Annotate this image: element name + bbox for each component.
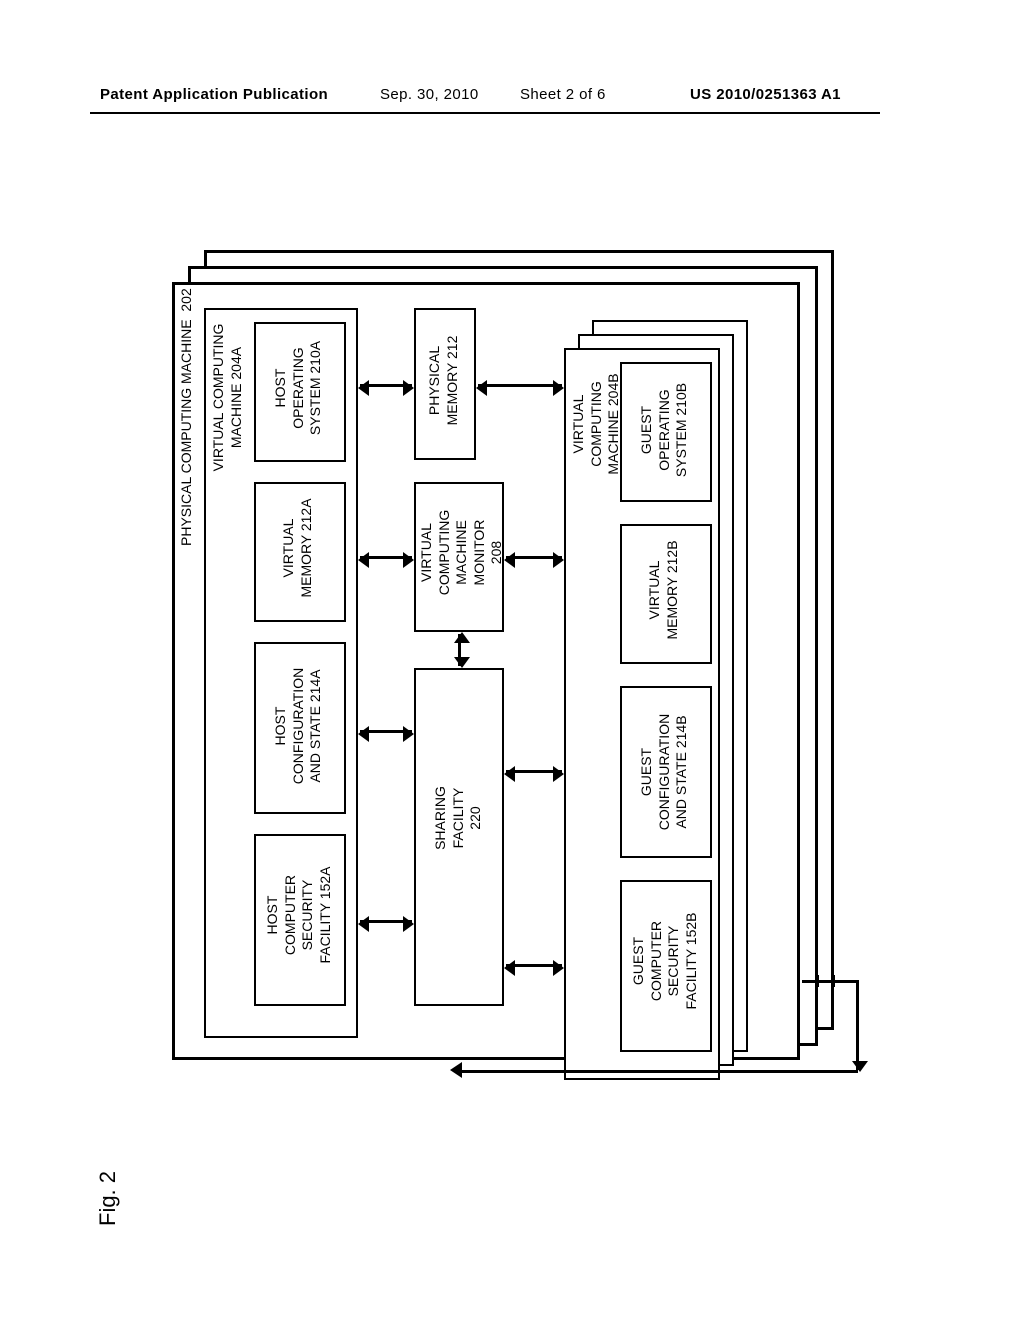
host-vmem-label: VIRTUAL MEMORY 212A (280, 488, 315, 608)
sharing-facility-label: SHARING FACILITY 220 (432, 758, 485, 878)
guest-cfg-label: GUEST CONFIGURATION AND STATE 214B (638, 702, 691, 842)
guest-vmem-label: VIRTUAL MEMORY 212B (646, 530, 681, 650)
guest-vm-label: VIRTUAL COMPUTING MACHINE 204B (570, 354, 623, 494)
vmm-label: VIRTUAL COMPUTING MACHINE MONITOR 208 (418, 485, 506, 620)
arrow-multibox-link-head (450, 1062, 462, 1078)
arrow-multibox-link-bottom (462, 1070, 858, 1073)
arrow-share-guestcfg (506, 770, 562, 773)
arrow-multibox-link-top (802, 980, 858, 983)
host-cfg-label: HOST CONFIGURATION AND STATE 214A (272, 656, 325, 796)
page: Patent Application Publication Sep. 30, … (0, 0, 1024, 1320)
arrow-host-vmm (360, 556, 412, 559)
arrow-multibox-tick-2 (832, 975, 835, 987)
header-publication: Patent Application Publication (100, 86, 328, 103)
arrow-phys-guest (478, 384, 562, 387)
arrow-vmm-sharing (458, 634, 461, 666)
physical-machine-label: PHYSICAL COMPUTING MACHINE 202 (178, 286, 196, 546)
arrow-share-guestsec (506, 964, 562, 967)
arrow-host-phys (360, 384, 412, 387)
figure-label: Fig. 2 (95, 1171, 121, 1226)
header-date: Sep. 30, 2010 (380, 86, 479, 103)
arrow-multibox-link-vert (856, 980, 859, 1070)
arrow-vmm-guest (506, 556, 562, 559)
physical-memory-label: PHYSICAL MEMORY 212 (426, 313, 461, 448)
arrow-hostsec-share (360, 920, 412, 923)
host-vm-label: VIRTUAL COMPUTING MACHINE 204A (210, 310, 245, 485)
arrow-multibox-tick-1 (816, 975, 819, 987)
header-rule (90, 112, 880, 114)
host-sec-label: HOST COMPUTER SECURITY FACILITY 152A (264, 840, 334, 990)
header-number: US 2010/0251363 A1 (690, 86, 841, 103)
guest-sec-label: GUEST COMPUTER SECURITY FACILITY 152B (630, 886, 700, 1036)
figure: PHYSICAL COMPUTING MACHINE 202 VIRTUAL C… (172, 250, 832, 1090)
host-os-label: HOST OPERATING SYSTEM 210A (272, 328, 325, 448)
arrow-hostcfg-share (360, 730, 412, 733)
guest-os-label: GUEST OPERATING SYSTEM 210B (638, 370, 691, 490)
header-sheet: Sheet 2 of 6 (520, 86, 606, 103)
